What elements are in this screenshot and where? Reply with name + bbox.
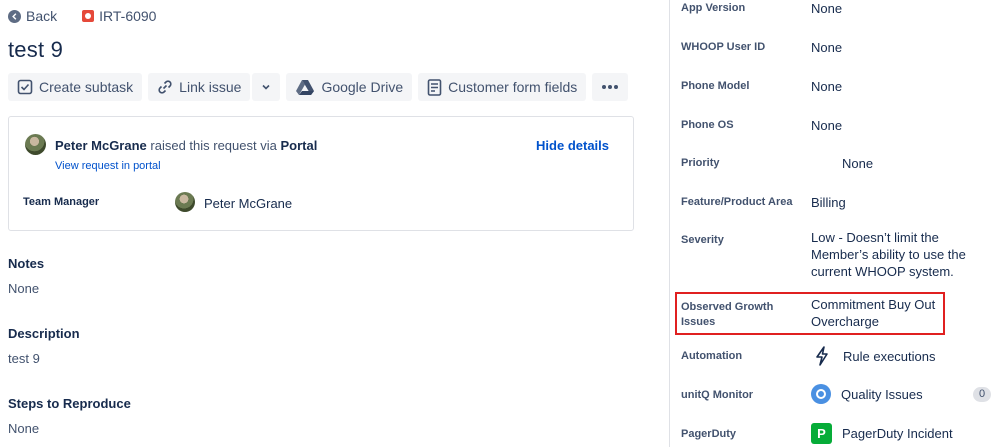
pagerduty-icon: P [811,423,832,444]
link-icon [157,79,173,95]
field-value-observed-growth-issues[interactable]: Commitment Buy Out Overcharge [811,296,935,330]
field-value-feature-area[interactable]: Billing [811,194,846,211]
field-value-severity[interactable]: Low - Doesn’t limit the Member’s ability… [811,229,966,280]
create-subtask-label: Create subtask [39,79,134,95]
google-drive-label: Google Drive [321,79,404,95]
link-issue-split-button: Link issue [148,73,281,101]
issue-topbar: Back IRT-6090 [8,6,156,26]
team-manager-label: Team Manager [23,196,100,208]
severity-line: Low - Doesn’t limit the [811,230,939,245]
link-issue-dropdown-button[interactable] [252,73,281,101]
severity-line: current WHOOP system. [811,264,954,279]
field-value-phone-model[interactable]: None [811,78,842,95]
field-label-phone-os: Phone OS [681,119,734,131]
unitq-value: Quality Issues [841,386,923,402]
subtask-icon [17,79,33,95]
field-label-whoop-user-id: WHOOP User ID [681,41,766,53]
raised-via-text: raised this request via [150,138,277,153]
automation-value: Rule executions [843,348,936,364]
request-details-panel: Peter McGrane raised this request via Po… [8,116,634,231]
more-actions-button[interactable] [592,73,629,101]
request-channel: Portal [280,138,318,153]
field-label-severity: Severity [681,234,724,246]
back-arrow-icon [8,9,21,23]
severity-line: Member’s ability to use the [811,247,966,262]
field-label-automation: Automation [681,350,743,362]
observed-growth-value-line: Commitment Buy Out [811,297,936,312]
issue-fields-panel: App Version None WHOOP User ID None Phon… [670,0,999,447]
raiser-name[interactable]: Peter McGrane [55,138,147,153]
google-drive-icon [295,79,315,95]
team-manager-avatar [175,192,195,212]
issue-key-link[interactable]: IRT-6090 [82,8,156,24]
quality-issues-count-badge: 0 [973,387,991,402]
issue-toolbar: Create subtask Link issue Google Drive C… [8,73,629,101]
steps-to-reproduce-value[interactable]: None [8,421,39,436]
pagerduty-value: PagerDuty Incident [842,426,953,441]
field-label-observed-growth-issues: Observed Growth Issues [681,300,773,330]
description-label: Description [8,326,80,341]
field-value-app-version[interactable]: None [811,0,842,17]
field-value-phone-os[interactable]: None [811,117,842,134]
view-request-in-portal-link[interactable]: View request in portal [55,160,161,172]
customer-form-fields-button[interactable]: Customer form fields [418,73,587,101]
field-label-unitq-monitor: unitQ Monitor [681,389,754,401]
observed-growth-label-line: Observed Growth [681,301,774,313]
unitq-icon [811,384,831,404]
pagerduty-incident-link[interactable]: P PagerDuty Incident [811,423,953,444]
field-label-app-version: App Version [681,2,746,14]
customer-form-fields-label: Customer form fields [448,79,578,95]
observed-growth-value-line: Overcharge [811,314,879,329]
create-subtask-button[interactable]: Create subtask [8,73,143,101]
issue-type-icon [82,10,95,22]
steps-to-reproduce-label: Steps to Reproduce [8,396,131,411]
issue-key: IRT-6090 [99,8,157,24]
issue-title[interactable]: test 9 [8,37,63,63]
request-raised-text: Peter McGrane raised this request via Po… [55,138,317,153]
field-value-priority[interactable]: None [842,155,873,172]
notes-value[interactable]: None [8,281,39,296]
more-icon [601,84,619,90]
team-manager-name[interactable]: Peter McGrane [204,196,292,211]
field-label-pagerduty: PagerDuty [681,428,737,440]
unitq-quality-issues-link[interactable]: Quality Issues [811,384,923,404]
issue-main-panel: Back IRT-6090 test 9 Create subtask Link… [0,0,660,447]
field-label-feature-area: Feature/Product Area [681,196,793,208]
observed-growth-label-line: Issues [681,316,716,328]
field-label-priority: Priority [681,157,720,169]
back-label: Back [26,8,58,24]
form-icon [427,78,442,96]
field-value-whoop-user-id[interactable]: None [811,39,842,56]
automation-rule-executions-link[interactable]: Rule executions [811,345,936,367]
lightning-icon [811,345,833,367]
link-issue-label: Link issue [179,79,242,95]
link-issue-button[interactable]: Link issue [148,73,251,101]
hide-details-button[interactable]: Hide details [536,138,609,153]
back-button[interactable]: Back [8,8,57,24]
notes-label: Notes [8,256,45,271]
avatar [25,134,46,155]
chevron-down-icon [260,81,272,93]
google-drive-button[interactable]: Google Drive [286,73,413,101]
description-value[interactable]: test 9 [8,351,40,366]
field-label-phone-model: Phone Model [681,80,750,92]
